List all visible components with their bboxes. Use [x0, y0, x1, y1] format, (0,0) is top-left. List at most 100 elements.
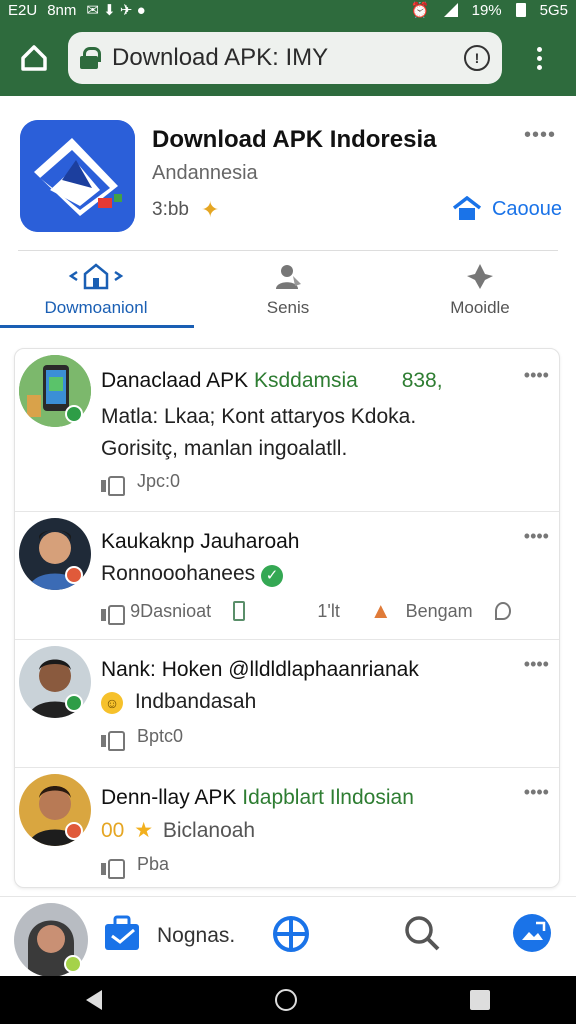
tab-bar: Dowmoanionl Senis Mooidle [0, 252, 576, 328]
download-house-icon [67, 262, 125, 290]
share-count: 1'lt [317, 600, 340, 621]
tab-label: Dowmoanionl [44, 298, 148, 317]
image-fab-icon [513, 914, 551, 952]
app-icon[interactable] [20, 120, 135, 232]
briefcase-icon [105, 915, 139, 950]
post-author[interactable]: Denn-llay APK Idapblart Ilndosian [101, 786, 414, 810]
post-text-line: Matla: Lkaa; Kont attaryos Kdoka. [101, 405, 417, 428]
home-button[interactable] [0, 20, 68, 96]
status-badge-icon [65, 822, 83, 840]
bottom-dock: Nognas. [0, 896, 576, 977]
like-count: 9Dasnioat [130, 600, 212, 621]
post-count: 838, [401, 369, 443, 392]
mobile-icon [465, 262, 495, 290]
status-time: 8nm [47, 1, 77, 19]
back-icon[interactable] [86, 990, 103, 1010]
info-icon[interactable]: ! [464, 45, 490, 71]
home-icon [21, 45, 47, 71]
like-count: Jpc:0 [137, 471, 181, 491]
tab-label: Mooidle [450, 298, 510, 317]
comment-icon[interactable] [494, 602, 511, 620]
globe-icon [273, 916, 309, 952]
tab-download[interactable]: Dowmoanionl [0, 252, 194, 328]
app-title: Download APK Indoresia [152, 126, 437, 153]
app-meta: 3:bb ✦ [152, 197, 219, 223]
app-developer: Andannesia [152, 162, 258, 184]
divider [18, 250, 558, 251]
like-icon[interactable] [101, 727, 125, 751]
tab-label: Senis [266, 298, 310, 317]
post-text-line: Gorisitç, manlan ingoalatll. [101, 437, 348, 460]
post-subtitle: ☺ Indbandasah [101, 690, 256, 714]
app-action-label: Caooue [491, 197, 562, 220]
status-carrier: E2U [8, 1, 38, 19]
like-icon[interactable] [101, 855, 125, 879]
post-author[interactable]: Kaukaknp Jauharoah [101, 530, 300, 554]
tag-label: Bengam [405, 600, 473, 621]
post-subtitle: Ronnooohanees ✓ [101, 562, 283, 587]
signal-icon [443, 3, 458, 17]
app-meta-text: 3:bb [152, 199, 189, 220]
online-badge-icon [64, 955, 82, 973]
post-actions: Pba [101, 854, 170, 879]
recents-icon[interactable] [469, 990, 490, 1010]
menu-dot-icon [536, 64, 542, 70]
notification-icon: ✉ ⬇ ✈ ● [86, 2, 146, 19]
lock-icon [80, 47, 101, 69]
post-actions: 9Dasnioat 1'lt ▲ Bengam [101, 598, 511, 625]
network-label: 5G5 [539, 1, 568, 19]
people-icon [273, 262, 303, 290]
verified-badge-icon [65, 405, 83, 423]
post-subtitle-text: Ronnooohanees [101, 562, 256, 585]
battery-percent: 19% [471, 1, 502, 19]
menu-dot-icon [536, 46, 542, 52]
house-action-icon [452, 196, 482, 220]
menu-dot-icon [536, 55, 542, 61]
post-more-button[interactable]: •••• [524, 782, 549, 803]
camera-button[interactable] [510, 911, 554, 955]
dock-label: Nognas. [157, 924, 236, 947]
post-actions: Jpc:0 [101, 471, 181, 496]
post-author-name: Danaclaad APK [101, 369, 249, 392]
tag-icon[interactable]: ▲ [370, 598, 392, 624]
clipboard-icon[interactable] [233, 601, 246, 621]
post-author-name: Denn-llay APK [101, 786, 237, 809]
status-badge-icon [65, 566, 83, 584]
post-more-button[interactable]: •••• [524, 654, 549, 675]
post-more-button[interactable]: •••• [524, 526, 549, 547]
like-icon[interactable] [101, 472, 125, 496]
app-logo-icon [20, 120, 135, 232]
globe-button[interactable] [270, 913, 312, 955]
post-more-button[interactable]: •••• [524, 365, 549, 386]
star-icon: ★ [134, 819, 154, 842]
like-count: Bptc0 [137, 726, 184, 746]
post-author-highlight: Ksddamsia [253, 369, 358, 392]
post-author[interactable]: Danaclaad APK Ksddamsia 838, [101, 369, 443, 393]
tab-senis[interactable]: Senis [192, 252, 384, 328]
like-count: Pba [137, 854, 170, 874]
battery-icon [515, 3, 526, 17]
browser-toolbar: Download APK: IMY ! [0, 20, 576, 96]
feed-post[interactable]: Denn-llay APK Idapblart Ilndosian •••• 0… [15, 768, 559, 887]
rating-prefix: 00 [101, 819, 125, 842]
post-subtitle-text: Biclanoah [162, 819, 256, 842]
url-text[interactable]: Download APK: IMY [112, 44, 464, 72]
feed-post[interactable]: Danaclaad APK Ksddamsia 838, •••• Matla:… [15, 349, 559, 512]
post-actions: Bptc0 [101, 726, 184, 751]
app-more-button[interactable]: •••• [524, 124, 556, 147]
address-bar[interactable]: Download APK: IMY ! [68, 32, 502, 84]
like-icon[interactable] [101, 601, 126, 625]
briefcase-button[interactable] [100, 911, 144, 955]
smile-icon: ☺ [101, 692, 123, 714]
tab-mooidle[interactable]: Mooidle [384, 252, 576, 328]
feed-post[interactable]: Kaukaknp Jauharoah •••• Ronnooohanees ✓ … [15, 512, 559, 640]
app-action-button[interactable]: Caooue [452, 196, 562, 222]
search-button[interactable] [400, 911, 444, 955]
home-circle-icon[interactable] [274, 989, 297, 1011]
feed-post[interactable]: Nank: Hoken @lldldlaphaanrianak •••• ☺ I… [15, 640, 559, 768]
post-subtitle-text: Indbandasah [134, 690, 257, 713]
status-bar: E2U 8nm ✉ ⬇ ✈ ● ⏰ 19% 5G5 [0, 0, 576, 20]
post-subtitle: 00 ★ Biclanoah [101, 818, 255, 843]
post-author[interactable]: Nank: Hoken @lldldlaphaanrianak [101, 658, 419, 682]
overflow-menu-button[interactable] [502, 20, 576, 96]
